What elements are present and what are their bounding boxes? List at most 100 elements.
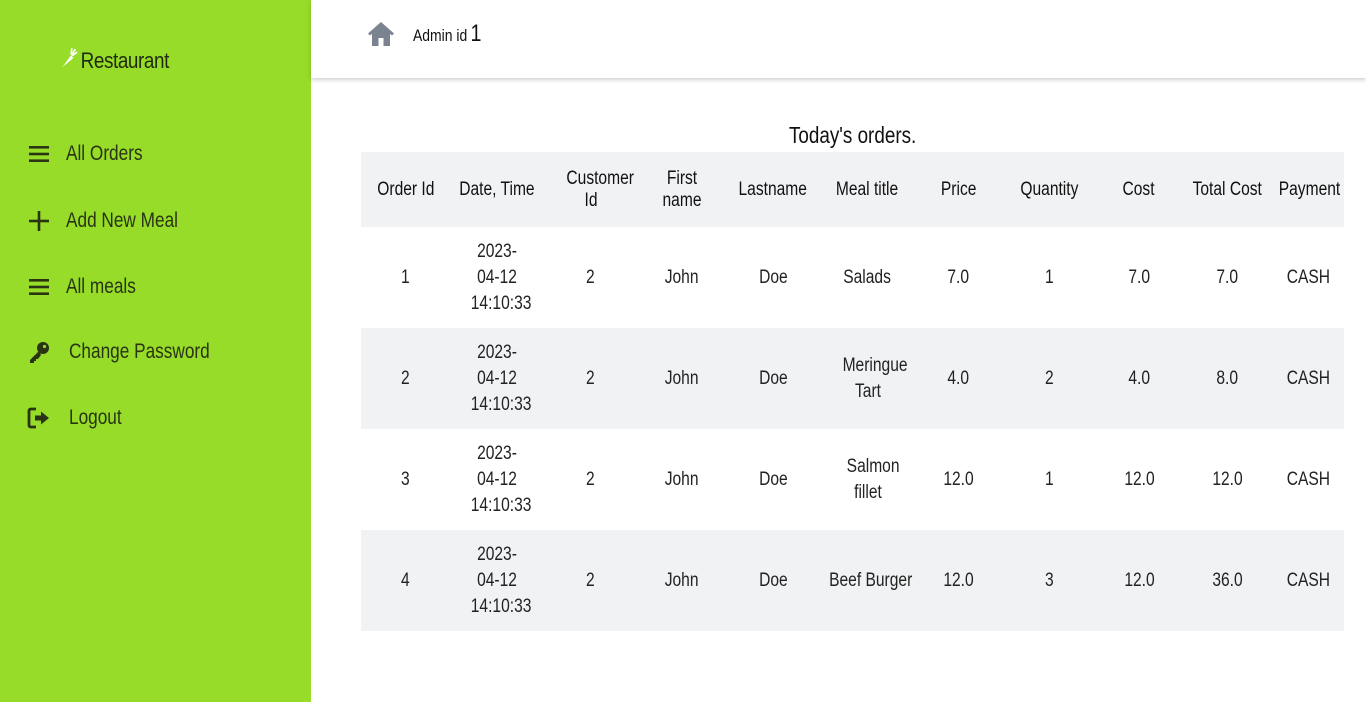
cell-text: John [665, 266, 699, 288]
cell-text: 4.0 [947, 367, 970, 389]
table-cell: 4 [361, 530, 450, 631]
cell-text: CASH [1286, 569, 1330, 591]
table-cell: 2 [543, 429, 638, 530]
cell-text: 12.0 [1123, 569, 1155, 591]
sidebar-item-label: Add New Meal [66, 209, 178, 232]
table-cell: CASH [1272, 227, 1344, 328]
table-cell: 2 [1002, 328, 1096, 429]
cell-text: 2 [586, 266, 595, 288]
column-header: Price [915, 152, 1002, 227]
cell-text: 1 [401, 266, 410, 288]
cell-text: 2 [586, 468, 595, 490]
table-cell: John [638, 328, 726, 429]
brand-name: Restaurant [80, 48, 170, 73]
table-cell: 3 [361, 429, 450, 530]
sidebar: Restaurant All Orders Add New Meal All m… [0, 0, 311, 702]
column-header: Order Id [361, 152, 450, 227]
cell-text: 7.0 [1216, 266, 1238, 288]
table-cell: John [638, 530, 726, 631]
sidebar-item-label: Logout [69, 406, 122, 429]
cell-text: 12.0 [1123, 468, 1155, 490]
table-cell: 4.0 [915, 328, 1002, 429]
carrot-icon [60, 47, 79, 75]
key-icon [27, 340, 51, 364]
sidebar-item-label: Change Password [69, 340, 210, 363]
plus-icon [27, 209, 51, 233]
table-row: 1 2023-04-12 14:10:33 2 John Doe Salads … [361, 227, 1344, 328]
column-header-label: Meal title [836, 178, 899, 200]
cell-text: 12.0 [943, 569, 974, 591]
table-cell: 2 [361, 328, 450, 429]
sidebar-item-label: All Orders [66, 142, 143, 165]
table-cell: John [638, 429, 726, 530]
cell-text: Doe [758, 367, 788, 389]
column-header-label: Total Cost [1192, 178, 1262, 200]
table-cell: 3 [1002, 530, 1096, 631]
cell-text: 1 [1044, 266, 1054, 288]
table-cell: 12.0 [1096, 429, 1182, 530]
cell-text: Meringue Tart [842, 354, 908, 402]
cell-text: John [665, 569, 699, 591]
table-cell: 12.0 [1182, 429, 1272, 530]
table-cell: 2023-04-12 14:10:33 [450, 227, 543, 328]
cell-text: Beef Burger [829, 569, 913, 591]
table-cell: Salmon fillet [820, 429, 915, 530]
sidebar-item-add-new-meal[interactable]: Add New Meal [27, 201, 203, 241]
cell-text: 36.0 [1211, 569, 1243, 591]
cell-text: 2023-04-12 14:10:33 [470, 442, 531, 516]
sidebar-item-all-meals[interactable]: All meals [27, 267, 151, 307]
table-row: 4 2023-04-12 14:10:33 2 John Doe Beef Bu… [361, 530, 1344, 631]
table-cell: 1 [1002, 429, 1096, 530]
column-header: Customer Id [543, 152, 638, 227]
table-cell: 7.0 [1182, 227, 1272, 328]
table-cell: Doe [726, 429, 820, 530]
cell-text: CASH [1286, 367, 1330, 389]
table-row: 2 2023-04-12 14:10:33 2 John Doe Meringu… [361, 328, 1344, 429]
brand-logo[interactable]: Restaurant [60, 46, 169, 76]
table-cell: Salads [820, 227, 915, 328]
cell-text: 2023-04-12 14:10:33 [470, 240, 531, 314]
table-body: 1 2023-04-12 14:10:33 2 John Doe Salads … [361, 227, 1344, 631]
column-header: Quantity [1002, 152, 1096, 227]
table-cell: 2 [543, 227, 638, 328]
cell-text: 12.0 [1211, 468, 1243, 490]
cell-text: 1 [1044, 468, 1054, 490]
table-cell: Doe [726, 530, 820, 631]
table-cell: John [638, 227, 726, 328]
table-cell: Beef Burger [820, 530, 915, 631]
sidebar-item-logout[interactable]: Logout [27, 398, 133, 438]
bars-icon [27, 275, 51, 299]
table-cell: 2 [543, 530, 638, 631]
table-cell: 2023-04-12 14:10:33 [450, 328, 543, 429]
column-header-label: First name [662, 167, 702, 211]
sidebar-item-all-orders[interactable]: All Orders [27, 134, 159, 174]
cell-text: CASH [1286, 266, 1330, 288]
column-header: Total Cost [1182, 152, 1272, 227]
admin-id: 1 [470, 20, 482, 47]
cell-text: 7.0 [947, 266, 970, 288]
cell-text: 2023-04-12 14:10:33 [470, 543, 531, 617]
table-cell: 4.0 [1096, 328, 1182, 429]
cell-text: 2 [401, 367, 410, 389]
table-cell: CASH [1272, 429, 1344, 530]
cell-text: 2023-04-12 14:10:33 [470, 341, 531, 415]
table-cell: 12.0 [1096, 530, 1182, 631]
cell-text: Doe [758, 468, 788, 490]
page-title: Today's orders. [361, 122, 1344, 149]
admin-indicator: Admin id 1 [413, 20, 481, 48]
sidebar-item-change-password[interactable]: Change Password [27, 332, 241, 372]
cell-text: 4 [401, 569, 410, 591]
table-cell: 7.0 [915, 227, 1002, 328]
table-cell: 2 [543, 328, 638, 429]
column-header-label: Price [940, 178, 977, 200]
cell-text: Salmon fillet [846, 455, 900, 503]
cell-text: John [665, 468, 699, 490]
cell-text: 4.0 [1128, 367, 1150, 389]
column-header: Lastname [726, 152, 820, 227]
table-cell: Doe [726, 227, 820, 328]
column-header-label: Customer Id [565, 167, 634, 211]
home-icon[interactable] [367, 21, 395, 47]
cell-text: 3 [1044, 569, 1054, 591]
column-header-label: Order Id [376, 178, 435, 200]
table-header: Order Id Date, Time Customer Id First na… [361, 152, 1344, 227]
